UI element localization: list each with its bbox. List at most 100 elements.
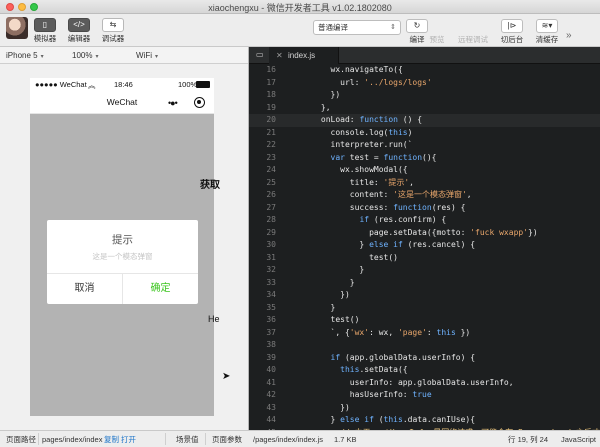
tab-label: index.js xyxy=(288,51,316,60)
code-icon: </> xyxy=(68,18,90,32)
line-content: this.setData({ xyxy=(340,365,408,374)
phone-screen: ●●●●● WeChat ︽ 18:46 100% WeChat •●• 提示 … xyxy=(30,78,214,416)
device-model-select[interactable]: iPhone 5 ▾ xyxy=(6,50,44,61)
line-number: 44 xyxy=(266,415,276,424)
code-line[interactable]: 23 var test = function(){ xyxy=(249,152,600,165)
background-button[interactable]: |⊳ 切后台 xyxy=(494,19,530,45)
line-number: 40 xyxy=(266,365,276,374)
window-title: xiaochengxu - 微信开发者工具 v1.02.1802080 xyxy=(208,3,392,13)
separator xyxy=(38,433,39,445)
code-line[interactable]: 30 } else if (res.cancel) { xyxy=(249,239,600,252)
code-line[interactable]: 41 userInfo: app.globalData.userInfo, xyxy=(249,377,600,390)
page-params-button[interactable]: 页面参数 xyxy=(212,435,242,444)
tab-index-js[interactable]: ✕ index.js xyxy=(269,47,339,64)
open-path-link[interactable]: 打开 xyxy=(121,435,136,444)
code-line[interactable]: 27 success: function(res) { xyxy=(249,202,600,215)
line-content: }) xyxy=(292,402,350,412)
code-line[interactable]: 40 this.setData({ xyxy=(249,364,600,377)
file-path-label: /pages/index/index.js xyxy=(253,435,324,444)
line-content: }, xyxy=(292,102,331,112)
scene-value-button[interactable]: 场景值 xyxy=(176,435,199,444)
line-number: 29 xyxy=(266,227,276,237)
chevron-updown-icon: ⇕ xyxy=(390,24,396,31)
line-content: } xyxy=(292,277,355,287)
line-number: 36 xyxy=(266,315,276,324)
files-icon[interactable]: ▭ xyxy=(256,50,264,59)
line-number: 26 xyxy=(266,190,276,199)
code-line[interactable]: 25 title: '提示', xyxy=(249,177,600,190)
line-number: 42 xyxy=(266,390,276,399)
line-content: if (res.confirm) { xyxy=(359,215,447,224)
line-number: 37 xyxy=(266,327,276,337)
line-number: 16 xyxy=(266,65,276,74)
line-content: interpreter.run(` xyxy=(292,140,413,149)
line-content: title: '提示', xyxy=(292,177,414,187)
code-area[interactable]: 16 wx.navigateTo({17 url: '../logs/logs'… xyxy=(249,64,600,430)
code-line[interactable]: 18 }) xyxy=(249,89,600,102)
battery-icon xyxy=(196,81,210,88)
close-tab-icon[interactable]: ✕ xyxy=(276,47,283,64)
code-line[interactable]: 39 if (app.globalData.userInfo) { xyxy=(249,352,600,365)
modal-dialog: 提示 这是一个模态弹窗 取消 确定 xyxy=(47,220,198,304)
overflow-text-1: 获取 xyxy=(200,180,220,191)
line-content: success: function(res) { xyxy=(292,202,466,212)
line-number: 25 xyxy=(266,177,276,187)
modal-confirm-button[interactable]: 确定 xyxy=(123,274,198,304)
debugger-label: 调试器 xyxy=(101,34,125,43)
code-line[interactable]: 28 if (res.confirm) { xyxy=(249,214,600,227)
line-content: }) xyxy=(292,290,350,299)
simulator-toggle-button[interactable]: ▯ 模拟器 xyxy=(28,18,62,44)
code-line[interactable]: 35 } xyxy=(249,302,600,315)
more-chevron-icon[interactable]: » xyxy=(566,30,572,41)
code-line[interactable]: 22 interpreter.run(` xyxy=(249,139,600,152)
editor-toggle-button[interactable]: </> 编辑器 xyxy=(62,18,96,44)
line-number: 39 xyxy=(266,352,276,362)
network-value: WiFi xyxy=(136,51,152,60)
zoom-select[interactable]: 100% ▾ xyxy=(72,50,98,61)
network-select[interactable]: WiFi ▾ xyxy=(136,50,158,61)
editor-tab-bar: ▭ ✕ index.js xyxy=(249,47,600,64)
code-line[interactable]: 19 }, xyxy=(249,102,600,115)
modal-content: 这是一个模态弹窗 xyxy=(92,252,153,261)
code-line[interactable]: 21 console.log(this) xyxy=(249,127,600,140)
code-line[interactable]: 24 wx.showModal({ xyxy=(249,164,600,177)
code-line[interactable]: 37 `, {'wx': wx, 'page': this }) xyxy=(249,327,600,340)
carrier-label: ●●●●● WeChat xyxy=(35,80,87,89)
code-line[interactable]: 43 }) xyxy=(249,402,600,415)
copy-path-link[interactable]: 复制 xyxy=(104,435,119,444)
code-line[interactable]: 29 page.setData({motto: 'fuck wxapp'}) xyxy=(249,227,600,240)
code-line[interactable]: 38 xyxy=(249,339,600,352)
user-avatar[interactable] xyxy=(6,17,28,39)
line-number: 23 xyxy=(266,152,276,162)
line-content: page.setData({motto: 'fuck wxapp'}) xyxy=(292,227,538,237)
code-line[interactable]: 17 url: '../logs/logs' xyxy=(249,77,600,90)
code-line[interactable]: 36 test() xyxy=(249,314,600,327)
separator xyxy=(205,433,206,445)
modal-cancel-button[interactable]: 取消 xyxy=(47,274,122,304)
line-content: userInfo: app.globalData.userInfo, xyxy=(292,377,514,387)
code-line[interactable]: 26 content: '这是一个模态弹窗', xyxy=(249,189,600,202)
language-mode-button[interactable]: JavaScript xyxy=(561,435,596,444)
code-line[interactable]: 20 onLoad: function () { xyxy=(249,114,600,127)
preview-button[interactable]: 预览 xyxy=(419,19,455,45)
code-line[interactable]: 42 hasUserInfo: true xyxy=(249,389,600,402)
code-line[interactable]: 34 }) xyxy=(249,289,600,302)
clock-label: 18:46 xyxy=(114,80,133,89)
clear-cache-label: 清缓存 xyxy=(535,35,559,44)
code-line[interactable]: 33 } xyxy=(249,277,600,290)
code-line[interactable]: 44 } else if (this.data.canIUse){ xyxy=(249,414,600,427)
line-number: 33 xyxy=(266,277,276,287)
device-bar: iPhone 5 ▾ 100% ▾ WiFi ▾ xyxy=(0,47,248,64)
more-dots-icon[interactable]: •●• xyxy=(168,98,178,108)
file-size-label: 1.7 KB xyxy=(334,435,357,444)
debugger-toggle-button[interactable]: ⇆ 调试器 xyxy=(96,18,130,44)
clear-cache-button[interactable]: ≋▾ 清缓存 xyxy=(529,19,565,45)
code-line[interactable]: 16 wx.navigateTo({ xyxy=(249,64,600,77)
remote-debug-button[interactable]: 远程调试 xyxy=(455,19,491,45)
compile-mode-select[interactable]: 普通编译 ⇕ xyxy=(313,20,401,35)
line-number: 18 xyxy=(266,90,276,99)
code-line[interactable]: 31 test() xyxy=(249,252,600,265)
code-line[interactable]: 32 } xyxy=(249,264,600,277)
chevron-down-icon: ▾ xyxy=(155,54,159,60)
record-icon[interactable] xyxy=(194,97,205,108)
